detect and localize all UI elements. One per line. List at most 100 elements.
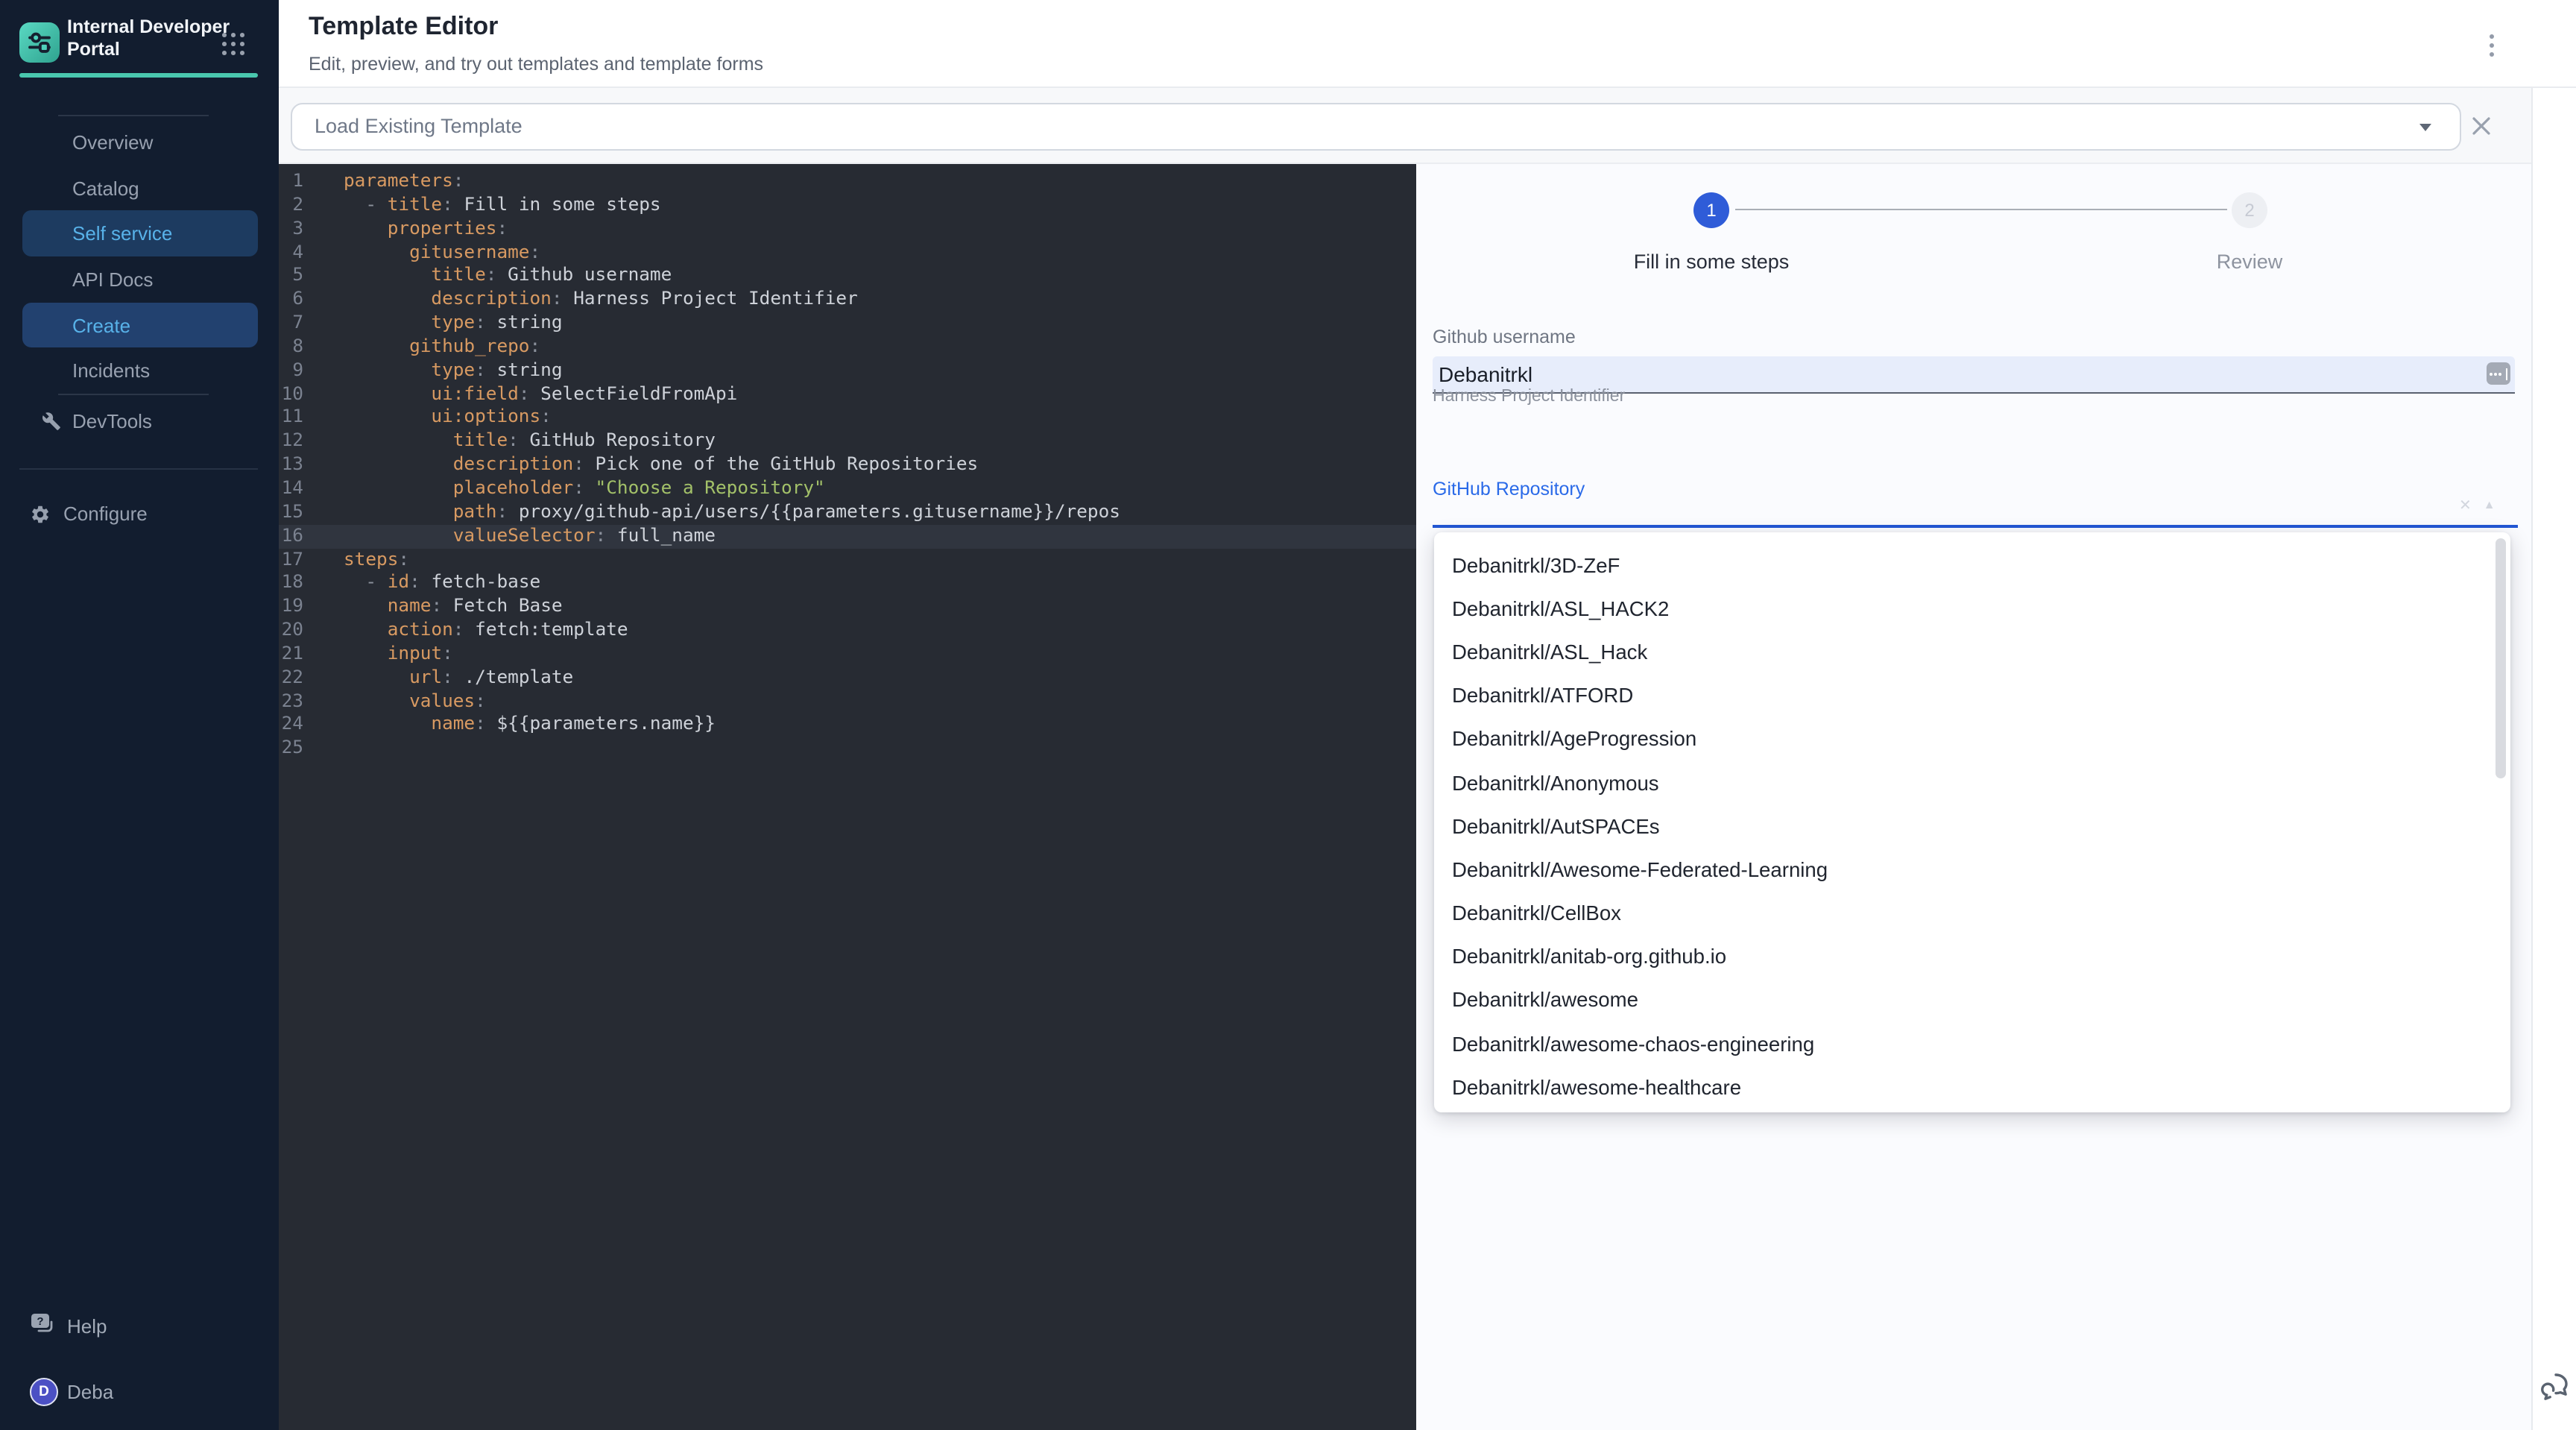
load-template-select[interactable]: Load Existing Template	[290, 102, 2461, 151]
line-number: 20	[279, 619, 303, 643]
code-line: 1parameters:	[279, 170, 1415, 194]
sidebar-nav-label: Catalog	[72, 177, 139, 199]
sidebar-item-devtools[interactable]: DevTools	[0, 399, 279, 444]
template-form-panel: 1 2 Fill in some steps Review Github use…	[1415, 164, 2531, 1430]
repo-field-label: GitHub Repository	[1433, 478, 1585, 499]
repo-option[interactable]: Debanitrkl/3D-ZeF	[1434, 544, 2510, 587]
wrench-icon	[42, 412, 61, 435]
collapse-caret-icon[interactable]: ▲	[2484, 498, 2496, 514]
stepper-step-2[interactable]: 2	[2232, 192, 2267, 227]
brand-title: Internal Developer Portal	[67, 16, 230, 60]
code-line: 21 input:	[279, 643, 1415, 667]
apps-grid-icon[interactable]	[222, 33, 246, 57]
line-number: 8	[279, 336, 303, 359]
code-line: 13 description: Pick one of the GitHub R…	[279, 453, 1415, 477]
repo-option[interactable]: Debanitrkl/awesome-healthcare	[1434, 1066, 2510, 1109]
code-line: 2 - title: Fill in some steps	[279, 194, 1415, 218]
code-line: 5 title: Github username	[279, 265, 1415, 289]
load-template-label: Load Existing Template	[315, 116, 523, 138]
kebab-menu-icon[interactable]	[2481, 27, 2501, 63]
line-number: 23	[279, 690, 303, 714]
avatar: D	[30, 1378, 58, 1406]
feedback-chat-icon[interactable]	[2539, 1371, 2572, 1404]
right-rail	[2531, 87, 2576, 1430]
sidebar-nav-item[interactable]: API Docs	[0, 256, 279, 302]
repo-option[interactable]: Debanitrkl/ASL_Hack	[1434, 631, 2510, 674]
help-chat-icon: ?	[30, 1312, 55, 1341]
app-root: Internal Developer Portal Overview Catal…	[0, 0, 2576, 1430]
autofill-icon[interactable]	[2487, 362, 2510, 385]
page-subtitle: Edit, preview, and try out templates and…	[309, 54, 763, 75]
code-line: 24 name: ${{parameters.name}}	[279, 714, 1415, 737]
template-toolbar: Load Existing Template	[279, 87, 2531, 164]
repo-option[interactable]: Debanitrkl/ASL_HACK2	[1434, 587, 2510, 630]
code-line: 19 name: Fetch Base	[279, 595, 1415, 619]
sidebar-nav-item[interactable]: Overview	[0, 119, 279, 165]
code-line: 16 valueSelector: full_name	[279, 524, 1415, 548]
code-line: 18 - id: fetch-base	[279, 572, 1415, 596]
configure-label: Configure	[63, 503, 148, 525]
sidebar-nav-item[interactable]: Create	[22, 303, 257, 348]
sidebar-item-configure[interactable]: Configure	[0, 491, 279, 536]
code-line: 6 description: Harness Project Identifie…	[279, 288, 1415, 312]
step-number: 2	[2244, 199, 2254, 220]
code-line: 25	[279, 737, 1415, 761]
brand: Internal Developer Portal	[0, 0, 279, 75]
repo-option[interactable]: Debanitrkl/anitab-org.github.io	[1434, 935, 2510, 978]
repo-option[interactable]: Debanitrkl/awesome	[1434, 979, 2510, 1022]
page-header: Template Editor Edit, preview, and try o…	[279, 0, 2576, 87]
username-field-label: Github username	[1433, 327, 1576, 347]
stepper-label-1: Fill in some steps	[1592, 251, 1831, 273]
gear-icon	[30, 503, 51, 529]
divider	[19, 468, 258, 470]
code-line: 17steps:	[279, 548, 1415, 572]
user-name: Deba	[67, 1381, 113, 1403]
code-line: 3 properties:	[279, 217, 1415, 241]
sidebar-item-help[interactable]: ? Help	[30, 1312, 107, 1341]
repo-input-focus-underline[interactable]	[1433, 524, 2517, 528]
line-number: 5	[279, 265, 303, 289]
code-line: 22 url: ./template	[279, 666, 1415, 690]
repo-option[interactable]: Debanitrkl/ATFORD	[1434, 674, 2510, 717]
sidebar-nav-item[interactable]: Catalog	[0, 165, 279, 210]
repo-option[interactable]: Debanitrkl/awesome-chaos-engineering	[1434, 1022, 2510, 1065]
code-line: 12 title: GitHub Repository	[279, 430, 1415, 454]
line-number: 15	[279, 501, 303, 525]
line-number: 3	[279, 217, 303, 241]
line-number: 13	[279, 453, 303, 477]
repo-option[interactable]: Debanitrkl/Awesome-Federated-Learning	[1434, 848, 2510, 892]
brand-accent-rule	[19, 73, 258, 78]
repo-option[interactable]: Debanitrkl/CellBox	[1434, 892, 2510, 935]
stepper-connector	[1734, 209, 2226, 210]
repo-option[interactable]: Debanitrkl/AgeProgression	[1434, 718, 2510, 761]
line-number: 10	[279, 382, 303, 406]
line-number: 12	[279, 430, 303, 454]
code-line: 15 path: proxy/github-api/users/{{parame…	[279, 501, 1415, 525]
clear-small-icon[interactable]: ✕	[2459, 498, 2472, 514]
repo-input-actions: ✕ ▲	[2459, 498, 2496, 514]
sidebar: Internal Developer Portal Overview Catal…	[0, 0, 279, 1430]
line-number: 25	[279, 737, 303, 761]
line-number: 16	[279, 524, 303, 548]
code-line: 23 values:	[279, 690, 1415, 714]
sidebar-nav-label: API Docs	[72, 268, 153, 291]
close-icon[interactable]	[2470, 114, 2494, 138]
username-value: Debanitrkl	[1439, 362, 1532, 386]
line-number: 11	[279, 406, 303, 430]
code-line: 8 github_repo:	[279, 336, 1415, 359]
line-number: 9	[279, 359, 303, 383]
user-menu[interactable]: D Deba	[30, 1378, 113, 1406]
sidebar-nav-item[interactable]: Self service	[22, 211, 257, 256]
repo-option[interactable]: Debanitrkl/AutSPACEs	[1434, 804, 2510, 848]
repo-dropdown-list: Debanitrkl/3D-ZeF Debanitrkl/ASL_HACK2 D…	[1434, 532, 2510, 1112]
code-line: 10 ui:field: SelectFieldFromApi	[279, 382, 1415, 406]
devtools-label: DevTools	[72, 410, 152, 432]
yaml-code-editor[interactable]: 1parameters:2 - title: Fill in some step…	[279, 164, 1415, 1430]
chevron-down-icon	[2419, 124, 2431, 131]
stepper-step-1[interactable]: 1	[1693, 192, 1729, 227]
sidebar-nav-item[interactable]: Incidents	[0, 348, 279, 394]
sidebar-nav: Overview Catalog Self service API Docs C…	[0, 119, 279, 394]
line-number: 22	[279, 666, 303, 690]
dropdown-scrollbar[interactable]	[2495, 538, 2505, 778]
repo-option[interactable]: Debanitrkl/Anonymous	[1434, 761, 2510, 804]
